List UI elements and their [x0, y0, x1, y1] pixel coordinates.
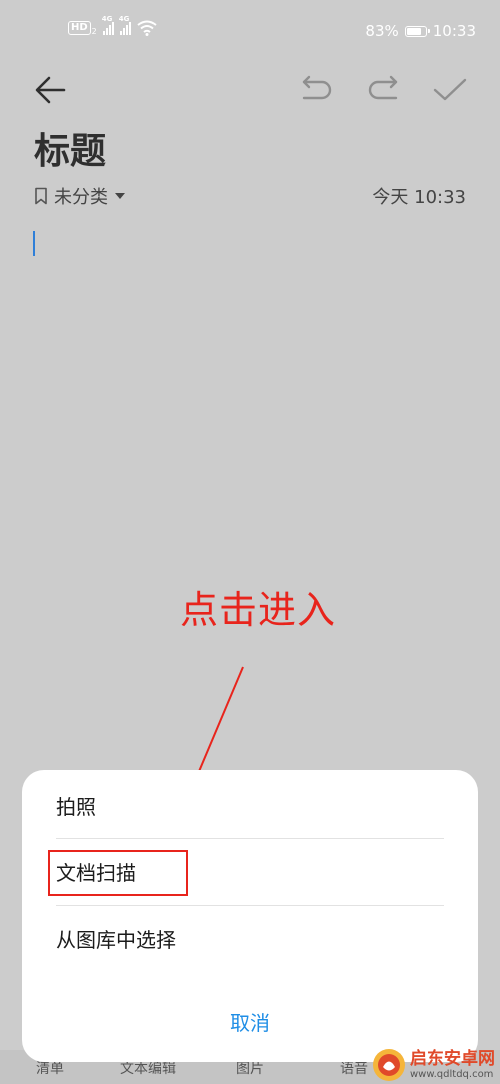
watermark-logo-icon: [373, 1049, 405, 1081]
divider: [56, 838, 444, 839]
watermark-url: www.qdltdq.com: [410, 1068, 494, 1080]
watermark-text: 启东安卓网 www.qdltdq.com: [410, 1048, 495, 1080]
annotation-highlight-box: [48, 850, 188, 896]
divider: [56, 905, 444, 906]
cancel-button[interactable]: 取消: [22, 1008, 478, 1038]
take-photo-option[interactable]: 拍照: [56, 792, 444, 822]
watermark-name: 启东安卓网: [410, 1048, 495, 1069]
choose-from-gallery-option[interactable]: 从图库中选择: [56, 925, 444, 955]
action-sheet: 拍照 文档扫描 从图库中选择 取消: [22, 770, 478, 1062]
watermark: 启东安卓网 www.qdltdq.com: [372, 1046, 500, 1084]
